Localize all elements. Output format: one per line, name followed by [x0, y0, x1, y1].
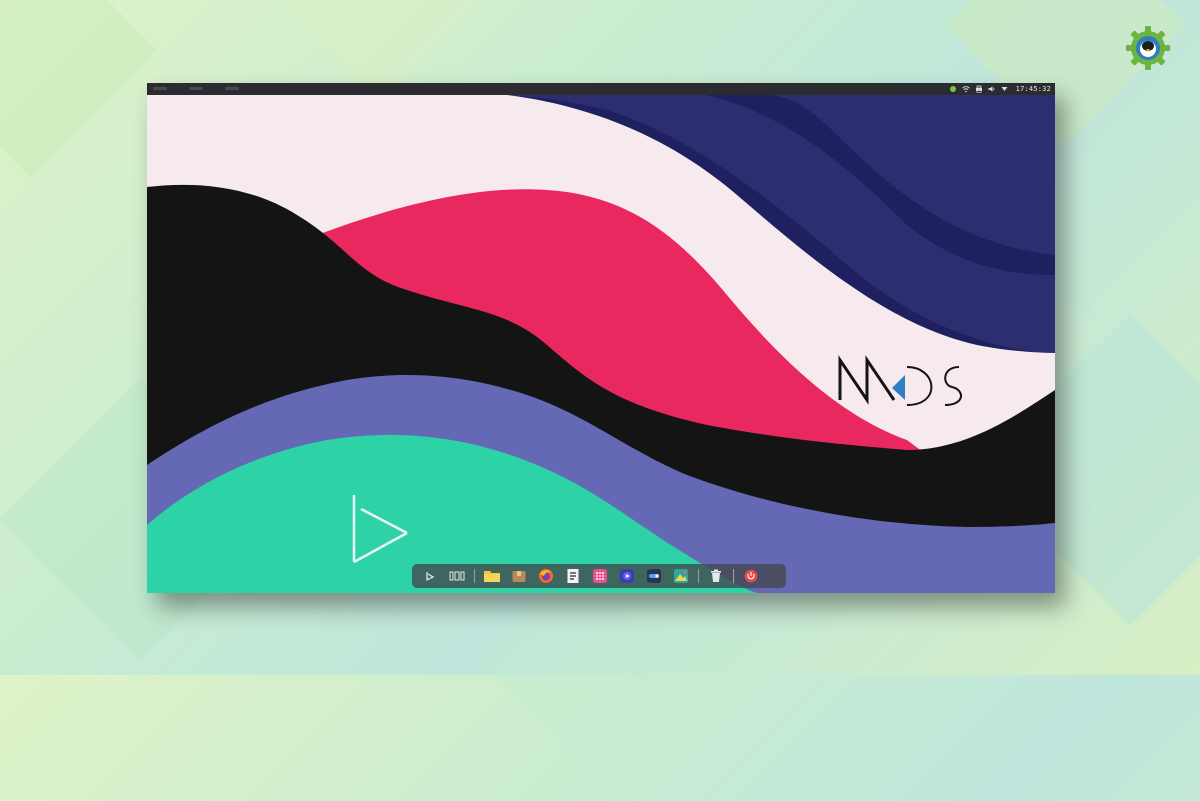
- notes-button[interactable]: [561, 564, 585, 588]
- file-manager-button[interactable]: [480, 564, 504, 588]
- site-logo-icon: [1126, 26, 1170, 70]
- toggle-app-button[interactable]: [642, 564, 666, 588]
- grid-app-button[interactable]: [588, 564, 612, 588]
- launcher-button[interactable]: [418, 564, 442, 588]
- toggle-app-icon: [647, 569, 661, 583]
- package-manager-button[interactable]: [507, 564, 531, 588]
- system-tray: 17:45:32: [949, 83, 1051, 95]
- trash-icon: [711, 569, 721, 582]
- power-button[interactable]: [739, 564, 763, 588]
- play-triangle-icon: [426, 572, 435, 582]
- top-panel: 17:45:32: [147, 83, 1055, 95]
- dock-separator: [698, 569, 699, 583]
- trash-button[interactable]: [704, 564, 728, 588]
- network-icon[interactable]: [949, 85, 957, 93]
- video-player-button[interactable]: [615, 564, 639, 588]
- notes-icon: [567, 569, 579, 583]
- grid-app-icon: [593, 569, 607, 583]
- power-icon: [744, 569, 758, 583]
- desktop-screen: 17:45:32: [147, 83, 1055, 593]
- wallpaper: [147, 95, 1055, 593]
- firefox-button[interactable]: [534, 564, 558, 588]
- wifi-icon[interactable]: [961, 85, 970, 93]
- video-player-icon: [620, 569, 634, 583]
- chevron-down-icon[interactable]: [1001, 85, 1009, 93]
- printer-icon[interactable]: [975, 85, 983, 93]
- dock: [412, 564, 786, 588]
- multitasking-button[interactable]: [445, 564, 469, 588]
- dock-separator: [474, 569, 475, 583]
- panel-left-indicators: [153, 87, 293, 91]
- background-tile: [0, 0, 158, 178]
- package-icon: [512, 571, 526, 582]
- clock[interactable]: 17:45:32: [1016, 85, 1051, 93]
- image-viewer-button[interactable]: [669, 564, 693, 588]
- dock-separator: [733, 569, 734, 583]
- folder-icon: [484, 571, 500, 582]
- workspaces-icon: [449, 571, 465, 581]
- firefox-icon: [539, 569, 553, 583]
- image-viewer-icon: [674, 569, 688, 583]
- volume-icon[interactable]: [988, 85, 996, 93]
